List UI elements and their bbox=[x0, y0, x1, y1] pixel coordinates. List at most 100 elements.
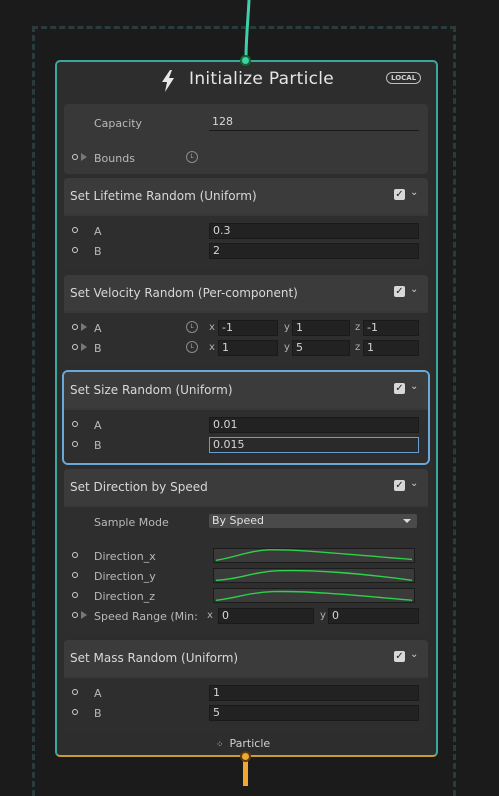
param-b-z-field[interactable]: 1 bbox=[363, 340, 419, 356]
param-b-label: B bbox=[94, 439, 102, 452]
flow-output-port[interactable] bbox=[240, 751, 251, 762]
z-label: z bbox=[355, 322, 361, 333]
block-header[interactable]: Set Direction by Speed ✓ ⌄ bbox=[64, 469, 428, 505]
input-flow-wire bbox=[244, 0, 251, 59]
param-b-field[interactable]: 5 bbox=[209, 705, 419, 721]
capacity-row: Capacity 128 bbox=[64, 114, 428, 132]
direction-x-label: Direction_x bbox=[94, 550, 156, 563]
param-row-b: B L x 1 y 5 z 1 bbox=[64, 339, 428, 357]
particle-output-label: ⁘ Particle bbox=[216, 737, 276, 751]
x-label: x bbox=[209, 322, 215, 333]
direction-y-curve[interactable] bbox=[213, 568, 415, 583]
particle-dots-icon: ⁘ bbox=[216, 740, 224, 750]
param-a-x-field[interactable]: -1 bbox=[218, 320, 278, 336]
direction-y-label: Direction_y bbox=[94, 570, 156, 583]
chevron-down-icon[interactable]: ⌄ bbox=[410, 285, 420, 295]
param-a-field[interactable]: 0.3 bbox=[209, 223, 419, 239]
bounds-port[interactable] bbox=[72, 154, 78, 160]
param-b-port[interactable] bbox=[72, 247, 78, 253]
capacity-field[interactable]: 128 bbox=[209, 115, 419, 131]
param-b-x-field[interactable]: 1 bbox=[218, 340, 278, 356]
direction-y-port[interactable] bbox=[72, 572, 78, 578]
block-header[interactable]: Set Lifetime Random (Uniform) ✓ ⌄ bbox=[64, 178, 428, 214]
speed-range-y-field[interactable]: 0 bbox=[328, 608, 419, 624]
param-a-label: A bbox=[94, 419, 102, 432]
context-settings: Capacity 128 Bounds L bbox=[64, 104, 428, 174]
sample-mode-dropdown[interactable]: By Speed bbox=[209, 514, 417, 528]
param-b-expand-arrow[interactable] bbox=[81, 343, 87, 351]
space-lock-icon[interactable]: L bbox=[186, 321, 198, 333]
block-title: Set Mass Random (Uniform) bbox=[70, 651, 239, 665]
block-set-mass[interactable]: Set Mass Random (Uniform) ✓ ⌄ A 1 B 5 bbox=[64, 640, 428, 731]
block-set-lifetime[interactable]: Set Lifetime Random (Uniform) ✓ ⌄ A 0.3 … bbox=[64, 178, 428, 269]
param-b-y-field[interactable]: 5 bbox=[292, 340, 350, 356]
block-body: A L x -1 y 1 z -1 B L x 1 y 5 z 1 bbox=[64, 313, 428, 364]
y-label: y bbox=[284, 342, 290, 353]
particle-output-text: Particle bbox=[229, 737, 271, 750]
block-set-velocity[interactable]: Set Velocity Random (Per-component) ✓ ⌄ … bbox=[64, 275, 428, 364]
param-row-b: B 0.015 bbox=[64, 436, 428, 454]
chevron-down-icon[interactable]: ⌄ bbox=[410, 650, 420, 660]
bounds-expand-arrow[interactable] bbox=[81, 153, 87, 161]
bounds-label: Bounds bbox=[94, 152, 135, 165]
capacity-label: Capacity bbox=[94, 117, 143, 130]
param-b-port[interactable] bbox=[72, 709, 78, 715]
speed-range-x-field[interactable]: 0 bbox=[218, 608, 314, 624]
param-b-field[interactable]: 2 bbox=[209, 243, 419, 259]
param-row-a: A L x -1 y 1 z -1 bbox=[64, 319, 428, 337]
space-lock-icon[interactable]: L bbox=[186, 341, 198, 353]
param-a-port[interactable] bbox=[72, 324, 78, 330]
space-local-badge[interactable]: LOCAL bbox=[386, 72, 422, 84]
chevron-down-icon[interactable]: ⌄ bbox=[410, 382, 420, 392]
param-a-label: A bbox=[94, 322, 102, 335]
param-a-z-field[interactable]: -1 bbox=[363, 320, 419, 336]
param-a-expand-arrow[interactable] bbox=[81, 323, 87, 331]
lightning-bolt-icon bbox=[162, 70, 174, 92]
sample-mode-value: By Speed bbox=[212, 514, 265, 527]
block-title: Set Size Random (Uniform) bbox=[70, 383, 233, 397]
param-a-field[interactable]: 1 bbox=[209, 685, 419, 701]
block-enable-checkbox[interactable]: ✓ bbox=[394, 383, 405, 394]
param-a-port[interactable] bbox=[72, 689, 78, 695]
param-b-field[interactable]: 0.015 bbox=[209, 437, 419, 453]
param-row-a: A 0.3 bbox=[64, 222, 428, 240]
block-enable-checkbox[interactable]: ✓ bbox=[394, 480, 405, 491]
block-enable-checkbox[interactable]: ✓ bbox=[394, 189, 405, 200]
z-label: z bbox=[355, 342, 361, 353]
block-body: Sample Mode By Speed Direction_x Directi… bbox=[64, 507, 428, 634]
direction-z-label: Direction_z bbox=[94, 590, 155, 603]
block-enable-checkbox[interactable]: ✓ bbox=[394, 651, 405, 662]
block-header[interactable]: Set Velocity Random (Per-component) ✓ ⌄ bbox=[64, 275, 428, 311]
param-b-port[interactable] bbox=[72, 441, 78, 447]
param-b-label: B bbox=[94, 707, 102, 720]
speed-range-port[interactable] bbox=[72, 612, 78, 618]
speed-range-expand-arrow[interactable] bbox=[81, 611, 87, 619]
block-body: A 1 B 5 bbox=[64, 678, 428, 731]
block-enable-checkbox[interactable]: ✓ bbox=[394, 286, 405, 297]
chevron-down-icon[interactable]: ⌄ bbox=[410, 188, 420, 198]
direction-x-curve[interactable] bbox=[213, 548, 415, 563]
chevron-down-icon[interactable]: ⌄ bbox=[410, 479, 420, 489]
y-label: y bbox=[284, 322, 290, 333]
param-a-port[interactable] bbox=[72, 227, 78, 233]
direction-x-port[interactable] bbox=[72, 552, 78, 558]
block-header[interactable]: Set Size Random (Uniform) ✓ ⌄ bbox=[64, 372, 428, 408]
direction-y-row: Direction_y bbox=[64, 567, 428, 585]
x-label: x bbox=[209, 342, 215, 353]
block-header[interactable]: Set Mass Random (Uniform) ✓ ⌄ bbox=[64, 640, 428, 676]
space-lock-icon[interactable]: L bbox=[186, 151, 198, 163]
block-body: A 0.3 B 2 bbox=[64, 216, 428, 269]
param-a-field[interactable]: 0.01 bbox=[209, 417, 419, 433]
param-b-port[interactable] bbox=[72, 344, 78, 350]
speed-x-label: x bbox=[207, 610, 213, 621]
param-row-b: B 5 bbox=[64, 704, 428, 722]
direction-z-row: Direction_z bbox=[64, 587, 428, 605]
param-a-port[interactable] bbox=[72, 421, 78, 427]
block-set-direction-by-speed[interactable]: Set Direction by Speed ✓ ⌄ Sample Mode B… bbox=[64, 469, 428, 634]
direction-z-port[interactable] bbox=[72, 592, 78, 598]
param-b-label: B bbox=[94, 245, 102, 258]
block-set-size[interactable]: Set Size Random (Uniform) ✓ ⌄ A 0.01 B 0… bbox=[62, 370, 430, 465]
direction-z-curve[interactable] bbox=[213, 588, 415, 603]
param-a-y-field[interactable]: 1 bbox=[292, 320, 350, 336]
sample-mode-row: Sample Mode By Speed bbox=[64, 513, 428, 531]
